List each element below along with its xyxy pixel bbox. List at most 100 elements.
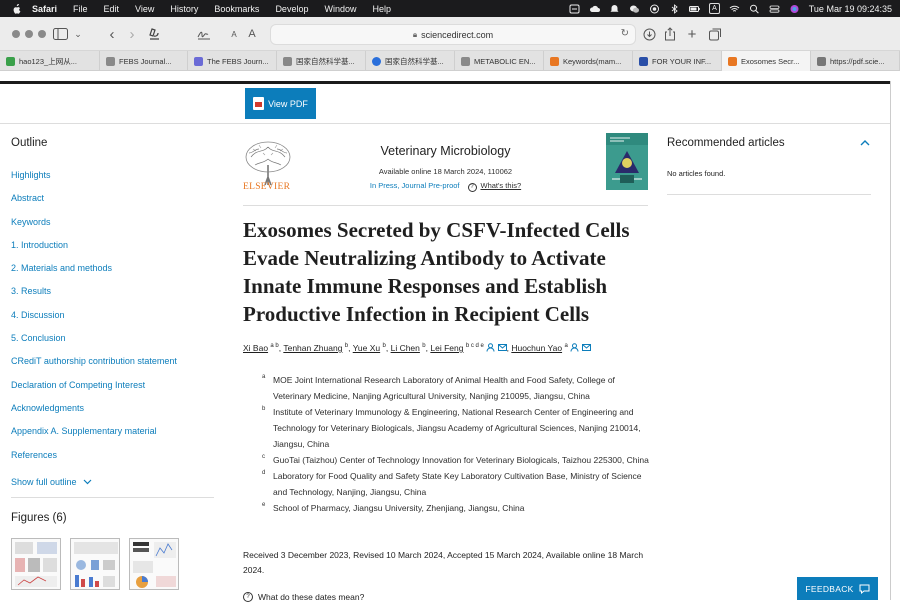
outline-item-appendix[interactable]: Appendix A. Supplementary material	[11, 426, 216, 449]
app-status-icon[interactable]	[569, 4, 580, 14]
menu-bookmarks[interactable]: Bookmarks	[214, 4, 259, 14]
input-source-indicator[interactable]: A	[709, 3, 720, 14]
browser-tab[interactable]: https://pdf.scie...	[811, 51, 900, 71]
recommended-heading: Recommended articles	[667, 137, 785, 149]
author-link[interactable]: Li Chen	[391, 343, 420, 353]
outline-item-highlights[interactable]: Highlights	[11, 170, 216, 193]
outline-item-competing-interest[interactable]: Declaration of Competing Interest	[11, 380, 216, 403]
show-full-outline-link[interactable]: Show full outline	[11, 477, 216, 487]
back-arrow-icon[interactable]: ‹	[104, 26, 120, 43]
no-articles-message: No articles found.	[667, 169, 726, 178]
new-tab-plus-icon[interactable]: +	[684, 26, 700, 43]
text-size-small-icon[interactable]: A	[226, 26, 242, 42]
browser-tab[interactable]: 国家自然科学基...	[277, 51, 366, 71]
menu-view[interactable]: View	[135, 4, 154, 14]
figure-thumbnail[interactable]	[129, 538, 179, 590]
browser-tab-active[interactable]: Exosomes Secr...	[722, 51, 811, 71]
author-link[interactable]: Tenhan Zhuang	[283, 343, 342, 353]
outline-item-references[interactable]: References	[11, 450, 216, 473]
author-link[interactable]: Huochun Yao	[511, 343, 562, 353]
outline-item-abstract[interactable]: Abstract	[11, 193, 216, 216]
view-pdf-button[interactable]: View PDF	[245, 88, 316, 119]
control-center-icon[interactable]	[769, 4, 780, 14]
apple-icon[interactable]	[12, 3, 22, 14]
cloud-icon[interactable]	[589, 4, 601, 14]
figure-thumbnail[interactable]	[70, 538, 120, 590]
outline-item-materials[interactable]: 2. Materials and methods	[11, 263, 216, 286]
menu-edit[interactable]: Edit	[104, 4, 120, 14]
menu-file[interactable]: File	[73, 4, 88, 14]
reload-icon[interactable]: ↻	[621, 28, 629, 39]
chevron-down-icon[interactable]: ⌄	[70, 26, 86, 42]
menu-help[interactable]: Help	[372, 4, 391, 14]
sidebar-toggle-icon[interactable]	[52, 26, 68, 42]
browser-tab[interactable]: Keywords(mam...	[544, 51, 633, 71]
close-window-button[interactable]	[12, 30, 20, 38]
affiliation: a MOE Joint International Research Labora…	[262, 374, 615, 401]
figure-thumbnail[interactable]	[11, 538, 61, 590]
download-icon[interactable]	[641, 26, 657, 42]
figure-thumbnails	[11, 538, 179, 590]
recommended-articles-panel: Recommended articles No articles found.	[667, 133, 871, 195]
outline-item-credit[interactable]: CRediT authorship contribution statement	[11, 356, 216, 379]
figures-heading: Figures (6)	[11, 512, 67, 524]
tab-bar: hao123_上网从... FEBS Journal... The FEBS J…	[0, 51, 900, 71]
menu-window[interactable]: Window	[324, 4, 356, 14]
email-icon[interactable]	[497, 343, 507, 352]
browser-tab[interactable]: FOR YOUR INF...	[633, 51, 722, 71]
record-icon[interactable]	[649, 4, 660, 14]
safari-toolbar: ⌄ ‹ › A A 🔒︎ sciencedirect.com ↻ +	[0, 17, 900, 51]
outline-item-acknowledgments[interactable]: Acknowledgments	[11, 403, 216, 426]
wechat-icon[interactable]	[629, 4, 640, 14]
article-toolbar	[0, 84, 890, 124]
menubar-clock[interactable]: Tue Mar 19 09:24:35	[809, 4, 892, 14]
author-link[interactable]: Xi Bao	[243, 343, 268, 353]
signature-extension-icon[interactable]	[196, 26, 212, 42]
outline-item-results[interactable]: 3. Results	[11, 286, 216, 309]
share-icon[interactable]	[662, 26, 678, 42]
tab-favicon	[817, 56, 826, 66]
author-link[interactable]: Yue Xu	[353, 343, 380, 353]
outline-item-conclusion[interactable]: 5. Conclusion	[11, 333, 216, 356]
macos-menu-bar: Safari File Edit View History Bookmarks …	[0, 0, 900, 17]
chevron-up-icon[interactable]	[859, 137, 871, 149]
browser-tab[interactable]: 国家自然科学基...	[366, 51, 455, 71]
browser-tab[interactable]: The FEBS Journ...	[188, 51, 277, 71]
microscope-extension-icon[interactable]	[146, 26, 162, 42]
journal-cover-image[interactable]	[606, 133, 648, 190]
tab-favicon	[106, 56, 115, 66]
menu-app-name[interactable]: Safari	[32, 4, 57, 14]
minimize-window-button[interactable]	[25, 30, 33, 38]
forward-arrow-icon[interactable]: ›	[124, 26, 140, 43]
outline-item-discussion[interactable]: 4. Discussion	[11, 310, 216, 333]
in-press-link[interactable]: In Press, Journal Pre-proof	[370, 181, 460, 190]
outline-item-introduction[interactable]: 1. Introduction	[11, 240, 216, 263]
battery-icon[interactable]	[689, 4, 700, 14]
person-icon[interactable]	[570, 343, 579, 352]
spotlight-search-icon[interactable]	[749, 4, 760, 14]
browser-tab[interactable]: METABOLIC EN...	[455, 51, 544, 71]
text-size-large-icon[interactable]: A	[244, 26, 260, 42]
browser-tab[interactable]: FEBS Journal...	[100, 51, 188, 71]
what-dates-link[interactable]: ? What do these dates mean?	[243, 592, 364, 602]
journal-title[interactable]: Veterinary Microbiology	[243, 144, 648, 158]
tab-overview-icon[interactable]	[707, 26, 723, 42]
menu-develop[interactable]: Develop	[275, 4, 308, 14]
scrollbar-edge[interactable]	[890, 81, 900, 600]
bell-icon[interactable]	[609, 4, 620, 14]
zoom-window-button[interactable]	[38, 30, 46, 38]
author-link[interactable]: Lei Feng	[430, 343, 463, 353]
outline-heading: Outline	[11, 137, 48, 149]
person-icon[interactable]	[486, 343, 495, 352]
bluetooth-icon[interactable]	[669, 3, 680, 14]
wifi-icon[interactable]	[729, 4, 740, 14]
outline-item-keywords[interactable]: Keywords	[11, 217, 216, 240]
menu-history[interactable]: History	[170, 4, 198, 14]
address-bar[interactable]: 🔒︎ sciencedirect.com ↻	[270, 24, 636, 45]
browser-tab[interactable]: hao123_上网从...	[0, 51, 100, 71]
email-icon[interactable]	[581, 343, 591, 352]
outline-divider	[11, 497, 214, 498]
feedback-button[interactable]: FEEDBACK	[797, 577, 878, 600]
siri-icon[interactable]	[789, 4, 800, 14]
whats-this-link[interactable]: What's this?	[481, 181, 522, 190]
